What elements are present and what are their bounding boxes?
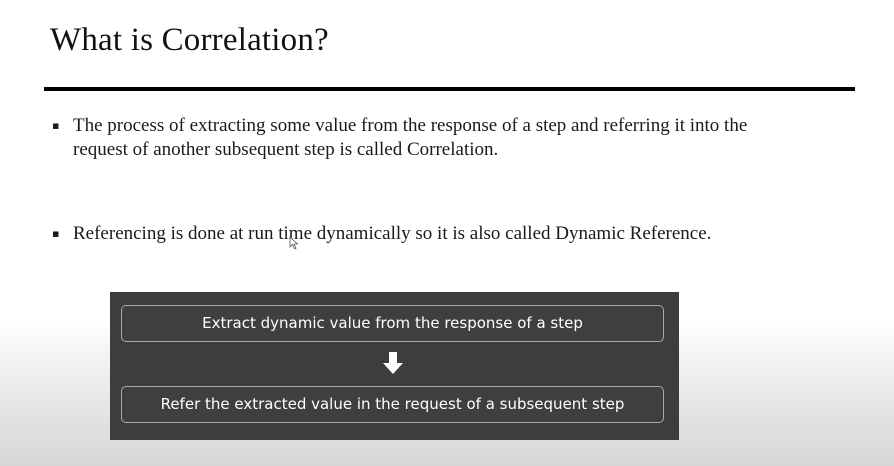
slide-title: What is Correlation? — [50, 22, 329, 58]
bullet-item-dynamic-reference: ▪ Referencing is done at run time dynami… — [52, 222, 832, 246]
bullet-text-line-1: The process of extracting some value fro… — [73, 115, 748, 136]
bullet-item-correlation-definition: ▪ The process of extracting some value f… — [52, 114, 832, 162]
correlation-flow-diagram: Extract dynamic value from the response … — [110, 292, 679, 440]
step-refer-box: Refer the extracted value in the request… — [121, 386, 664, 423]
step-extract-box: Extract dynamic value from the response … — [121, 305, 664, 342]
mouse-cursor-icon — [289, 236, 299, 250]
bullet-marker: ▪ — [52, 119, 60, 132]
bullet-text-line-2: request of another subsequent step is ca… — [73, 139, 499, 160]
bullet-text-line-1: Referencing is done at run time dynamica… — [73, 223, 712, 244]
bullet-marker: ▪ — [52, 227, 60, 240]
title-divider — [44, 87, 855, 91]
down-arrow-icon — [383, 352, 403, 374]
